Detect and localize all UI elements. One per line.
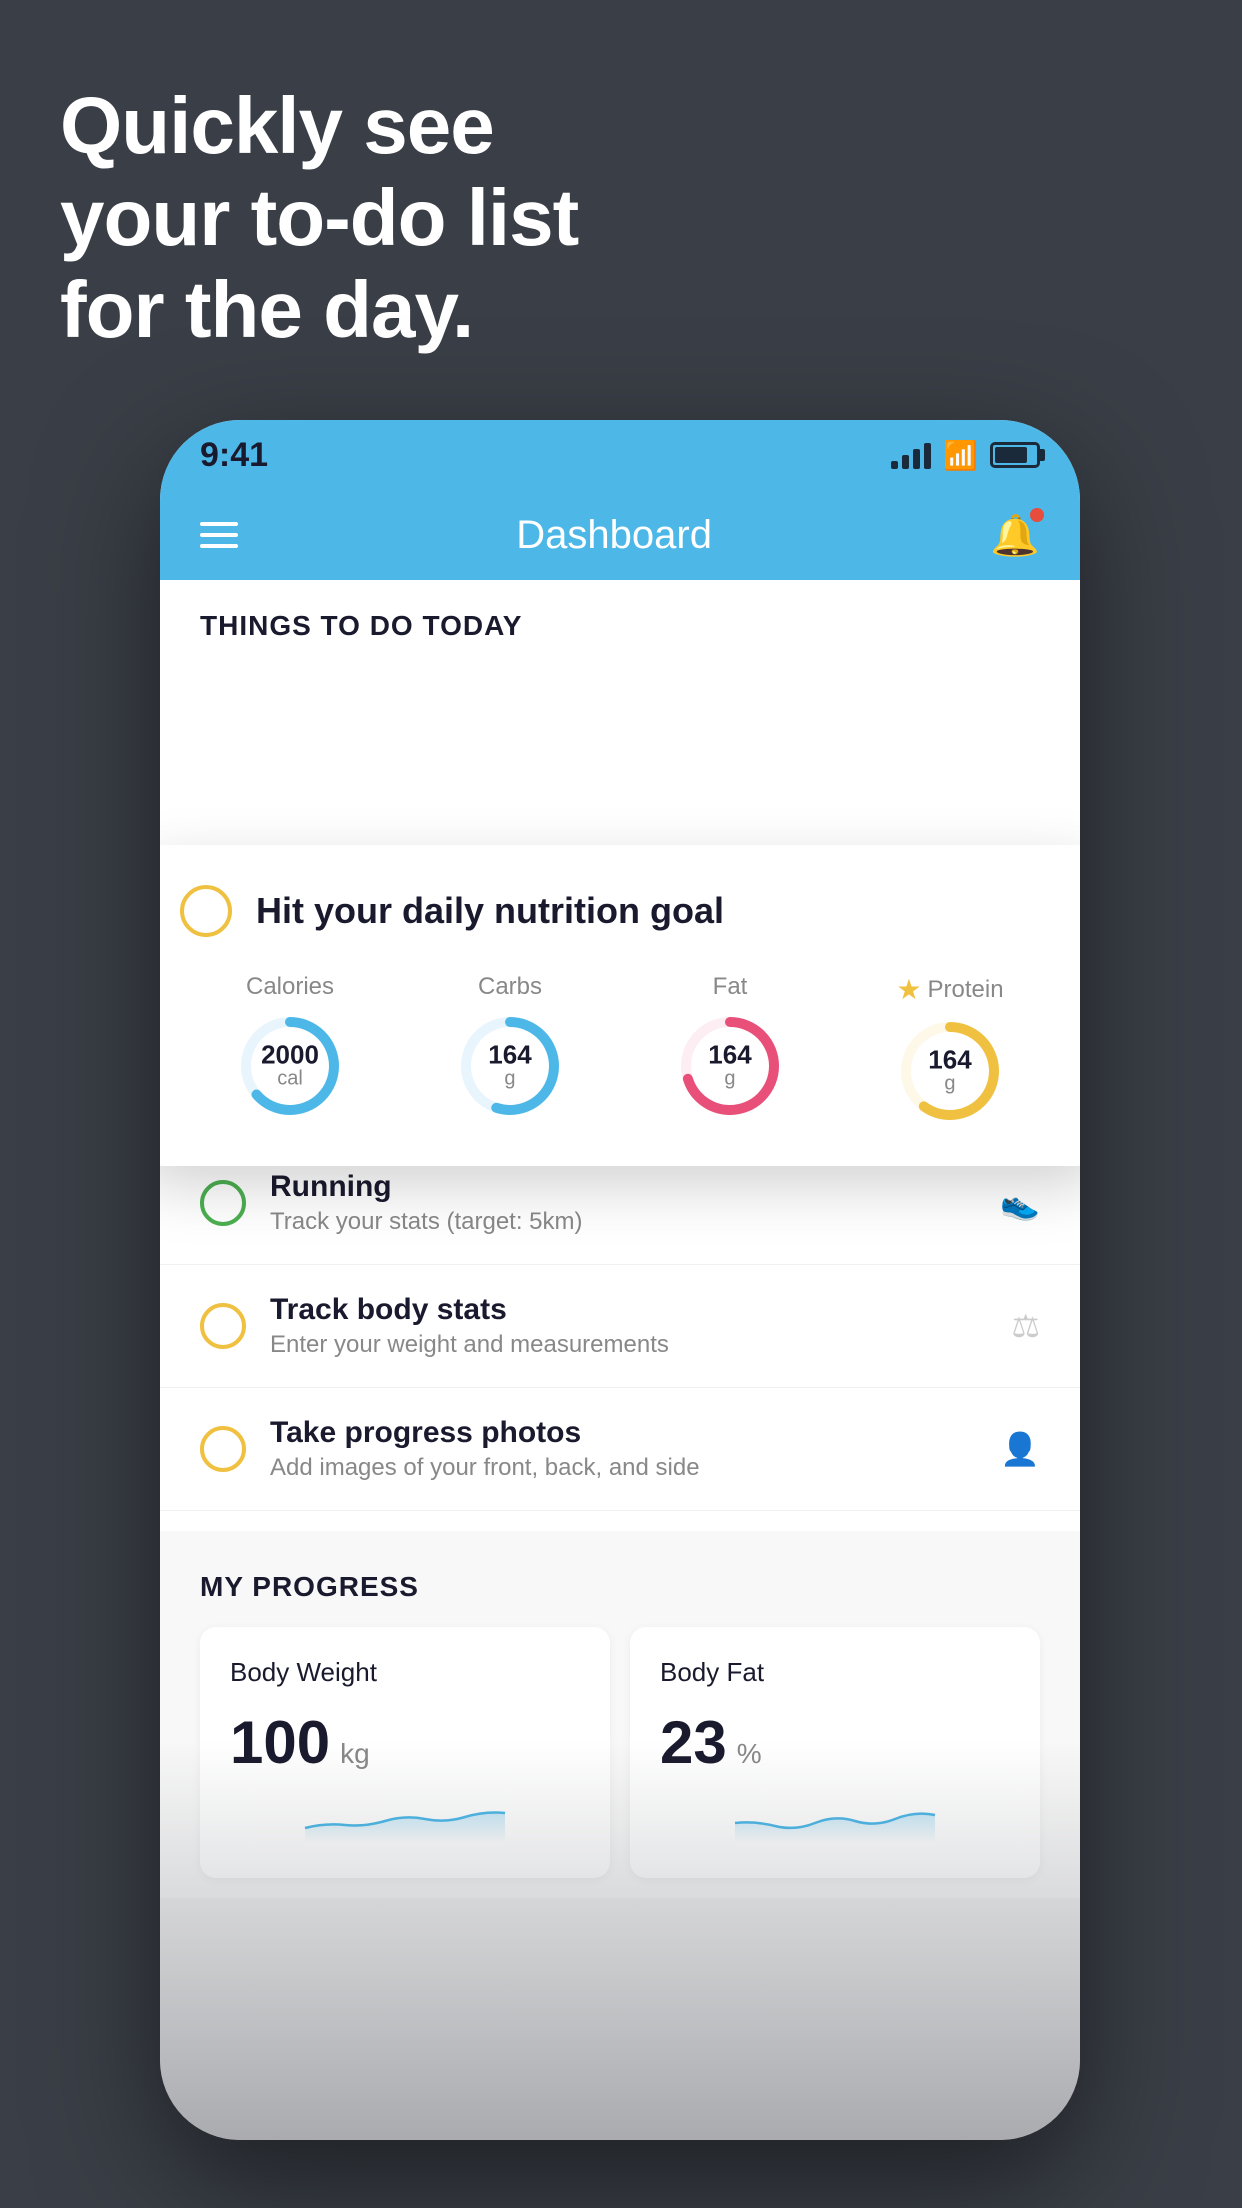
status-bar: 9:41 📶 bbox=[160, 420, 1080, 490]
list-item-body-stats[interactable]: Track body stats Enter your weight and m… bbox=[160, 1265, 1080, 1388]
body-fat-number: 23 bbox=[660, 1708, 727, 1777]
fat-donut-text: 164 g bbox=[708, 1042, 751, 1091]
todo-list: Running Track your stats (target: 5km) 👟… bbox=[160, 1142, 1080, 1511]
progress-section: MY PROGRESS Body Weight 100 kg bbox=[160, 1531, 1080, 1898]
protein-donut: 164 g bbox=[895, 1016, 1005, 1126]
things-section-title: THINGS TO DO TODAY bbox=[200, 610, 522, 641]
hamburger-menu-icon[interactable] bbox=[200, 522, 238, 548]
calories-donut-text: 2000 cal bbox=[261, 1042, 319, 1091]
fat-donut: 164 g bbox=[675, 1011, 785, 1121]
running-text: Running Track your stats (target: 5km) bbox=[270, 1170, 976, 1236]
nutrition-protein: ★ Protein 164 g bbox=[895, 973, 1005, 1126]
nutrition-fat: Fat 164 g bbox=[675, 973, 785, 1121]
carbs-donut-text: 164 g bbox=[488, 1042, 531, 1091]
protein-label: Protein bbox=[928, 976, 1004, 1004]
body-fat-chart bbox=[660, 1793, 1010, 1843]
body-fat-title: Body Fat bbox=[660, 1657, 1010, 1688]
body-weight-card[interactable]: Body Weight 100 kg bbox=[200, 1627, 610, 1878]
battery-icon bbox=[990, 442, 1040, 468]
body-weight-title: Body Weight bbox=[230, 1657, 580, 1688]
person-icon: 👤 bbox=[1000, 1430, 1040, 1468]
headline-line2: your to-do list bbox=[60, 172, 578, 264]
body-weight-unit: kg bbox=[340, 1738, 370, 1770]
nutrition-carbs: Carbs 164 g bbox=[455, 973, 565, 1121]
running-icon: 👟 bbox=[1000, 1184, 1040, 1222]
photos-subtitle: Add images of your front, back, and side bbox=[270, 1454, 976, 1482]
photos-title: Take progress photos bbox=[270, 1416, 976, 1450]
card-header: Hit your daily nutrition goal bbox=[180, 885, 1060, 937]
calories-label: Calories bbox=[246, 973, 334, 1001]
fat-label: Fat bbox=[713, 973, 748, 1001]
notification-bell-icon[interactable]: 🔔 bbox=[990, 512, 1040, 559]
body-weight-number: 100 bbox=[230, 1708, 330, 1777]
status-icons: 📶 bbox=[891, 439, 1040, 472]
photos-circle bbox=[200, 1426, 246, 1472]
body-fat-card[interactable]: Body Fat 23 % bbox=[630, 1627, 1040, 1878]
list-item-photos[interactable]: Take progress photos Add images of your … bbox=[160, 1388, 1080, 1511]
scale-icon: ⚖ bbox=[1011, 1307, 1040, 1345]
body-weight-chart bbox=[230, 1793, 580, 1843]
running-subtitle: Track your stats (target: 5km) bbox=[270, 1208, 976, 1236]
things-to-do-section: THINGS TO DO TODAY bbox=[160, 580, 1080, 662]
status-time: 9:41 bbox=[200, 436, 268, 475]
header-title: Dashboard bbox=[516, 513, 712, 558]
photos-text: Take progress photos Add images of your … bbox=[270, 1416, 976, 1482]
nutrition-card[interactable]: Hit your daily nutrition goal Calories 2… bbox=[160, 845, 1080, 1166]
content-area: THINGS TO DO TODAY Hit your daily nutrit… bbox=[160, 580, 1080, 1898]
body-stats-subtitle: Enter your weight and measurements bbox=[270, 1331, 987, 1359]
nutrition-card-title: Hit your daily nutrition goal bbox=[256, 890, 724, 932]
progress-section-title: MY PROGRESS bbox=[200, 1571, 1040, 1603]
calories-donut: 2000 cal bbox=[235, 1011, 345, 1121]
carbs-label: Carbs bbox=[478, 973, 542, 1001]
signal-icon bbox=[891, 441, 931, 469]
notification-dot bbox=[1030, 508, 1044, 522]
app-header: Dashboard 🔔 bbox=[160, 490, 1080, 580]
star-icon: ★ bbox=[896, 973, 921, 1006]
nutrition-calories: Calories 2000 cal bbox=[235, 973, 345, 1121]
body-stats-circle bbox=[200, 1303, 246, 1349]
body-fat-unit: % bbox=[737, 1738, 762, 1770]
wifi-icon: 📶 bbox=[943, 439, 978, 472]
phone-mockup: 9:41 📶 Dashboard 🔔 bbox=[160, 420, 1080, 2140]
body-stats-text: Track body stats Enter your weight and m… bbox=[270, 1293, 987, 1359]
running-circle bbox=[200, 1180, 246, 1226]
running-title: Running bbox=[270, 1170, 976, 1204]
nutrition-row: Calories 2000 cal Carbs bbox=[180, 973, 1060, 1126]
headline: Quickly see your to-do list for the day. bbox=[60, 80, 578, 356]
headline-line3: for the day. bbox=[60, 264, 578, 356]
nutrition-check-circle[interactable] bbox=[180, 885, 232, 937]
body-stats-title: Track body stats bbox=[270, 1293, 987, 1327]
body-weight-value-row: 100 kg bbox=[230, 1708, 580, 1777]
headline-line1: Quickly see bbox=[60, 80, 578, 172]
progress-cards: Body Weight 100 kg bbox=[200, 1627, 1040, 1878]
protein-label-row: ★ Protein bbox=[896, 973, 1003, 1006]
protein-donut-text: 164 g bbox=[928, 1047, 971, 1096]
body-fat-value-row: 23 % bbox=[660, 1708, 1010, 1777]
carbs-donut: 164 g bbox=[455, 1011, 565, 1121]
